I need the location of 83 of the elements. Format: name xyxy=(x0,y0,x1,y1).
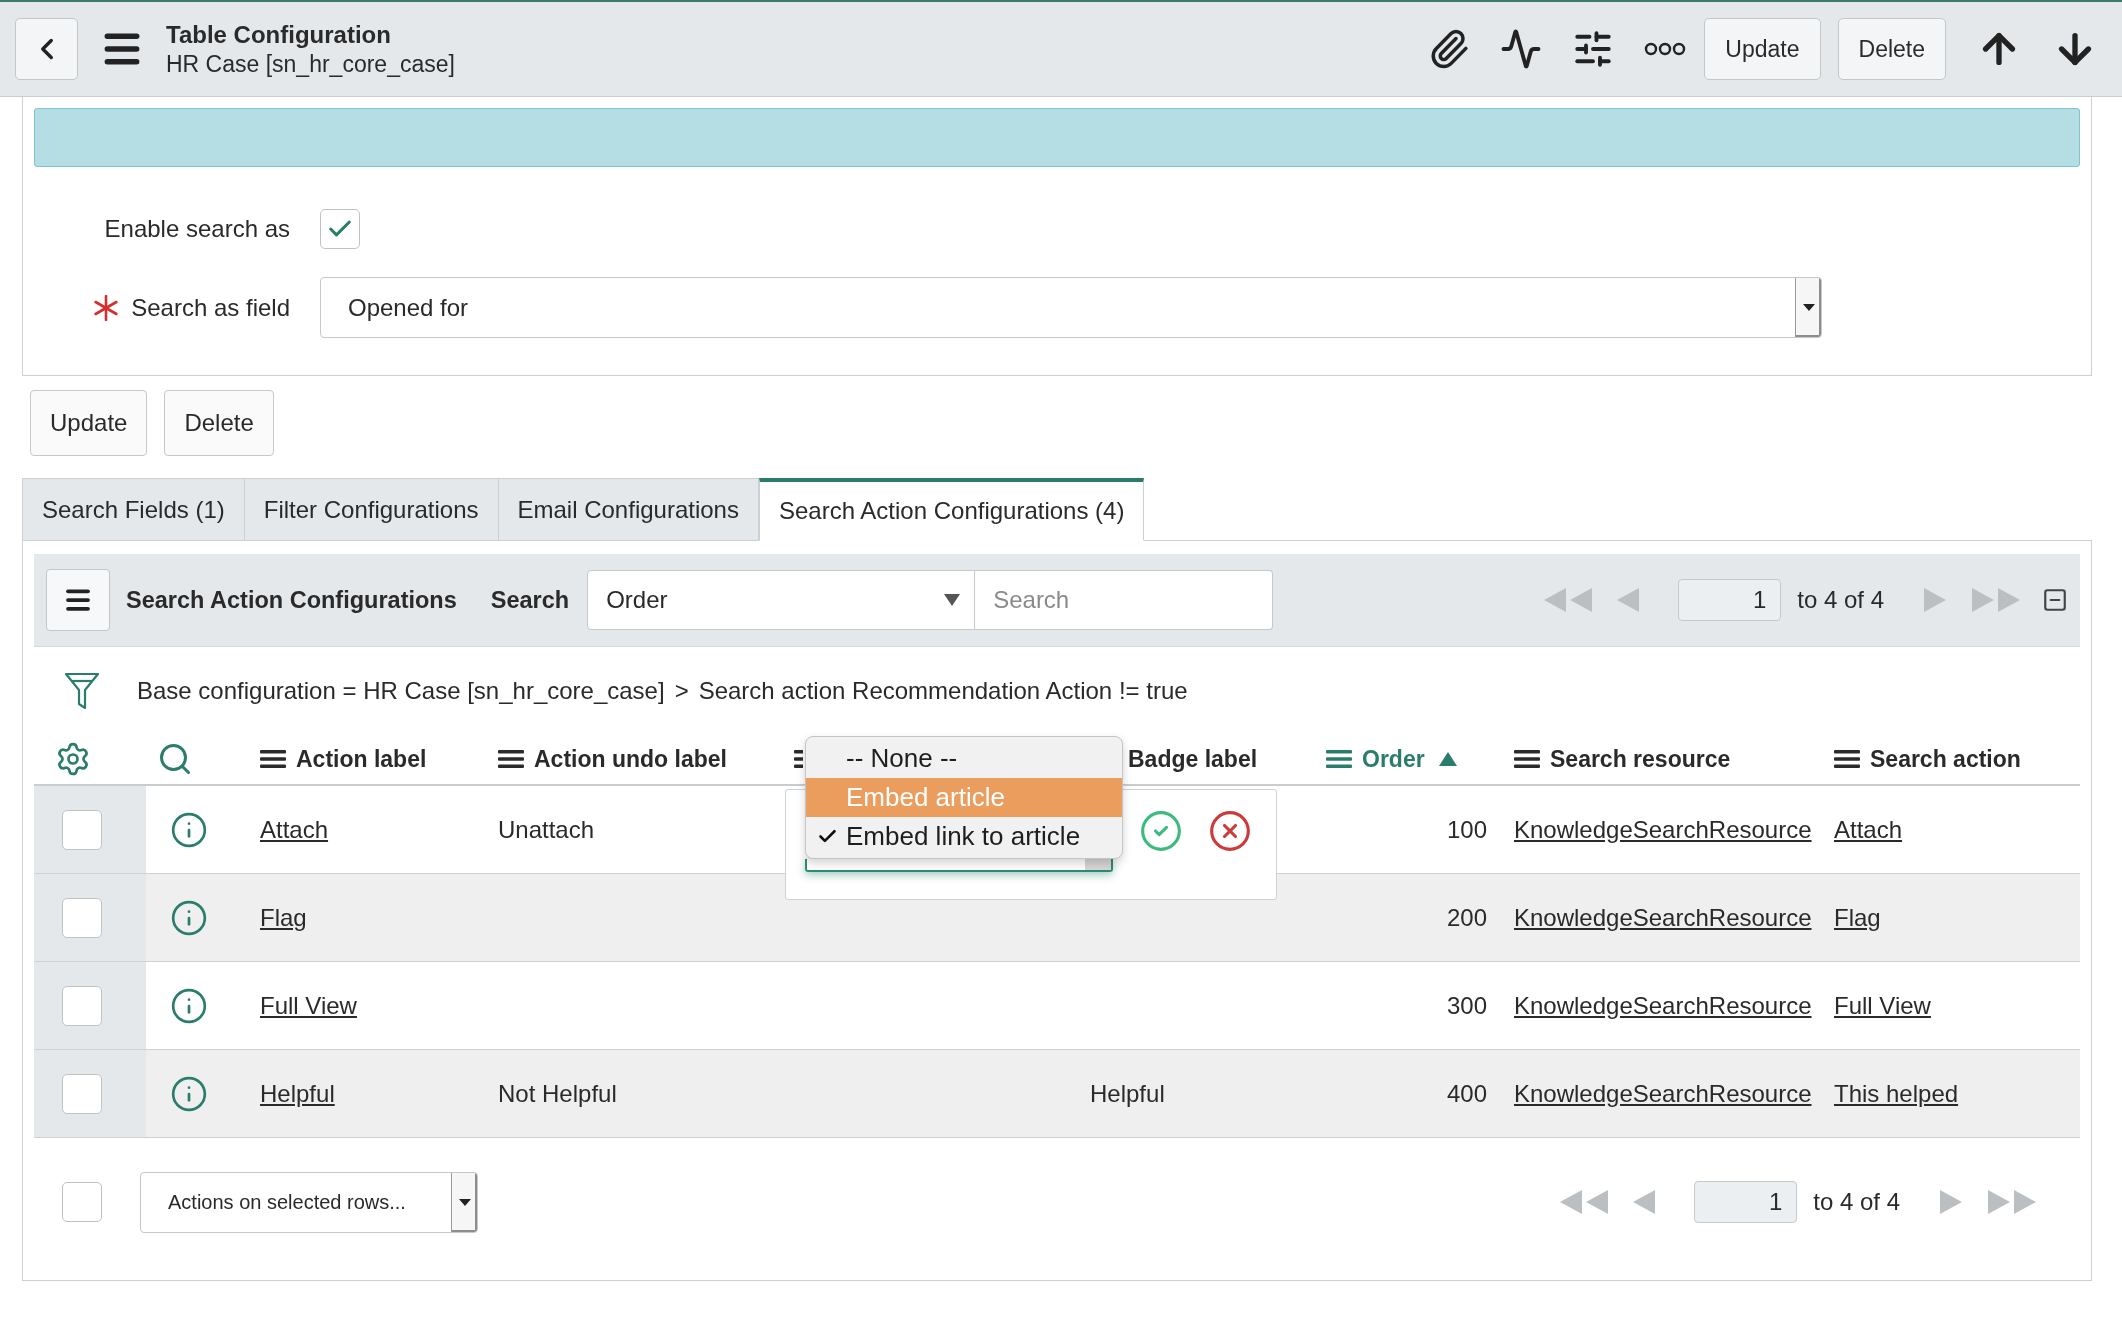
form-button[interactable]: Update xyxy=(30,390,148,456)
column-header[interactable]: Search resource xyxy=(1514,745,1731,773)
record-link[interactable]: Attach xyxy=(260,815,329,844)
cancel-button[interactable] xyxy=(1208,809,1252,853)
record-link[interactable]: Flag xyxy=(260,903,307,932)
record-link[interactable]: Full View xyxy=(260,991,357,1020)
checkbox[interactable] xyxy=(62,809,102,850)
reference-link[interactable]: KnowledgeSearchResource xyxy=(1514,903,1812,932)
actions-select[interactable]: Actions on selected rows... xyxy=(140,1171,478,1233)
breadcrumb-link[interactable]: Search action Recommendation Action != true xyxy=(698,676,1188,705)
reference-link[interactable]: Flag xyxy=(1834,903,1881,932)
search-icon[interactable] xyxy=(157,741,193,777)
check-circle-icon xyxy=(1139,809,1183,853)
caret-down-icon xyxy=(458,1198,471,1206)
sort-ascending-icon[interactable] xyxy=(1438,752,1457,766)
gear-icon[interactable] xyxy=(55,741,91,777)
table-cell: 100 xyxy=(1446,815,1487,844)
select-field[interactable] xyxy=(805,859,1113,872)
reference-link[interactable]: This helped xyxy=(1834,1079,1959,1108)
checkbox[interactable] xyxy=(320,209,360,249)
record-link[interactable]: Helpful xyxy=(260,1079,335,1108)
pulse-icon[interactable] xyxy=(1500,28,1543,70)
search-column-select[interactable]: Order xyxy=(587,570,976,630)
list-icon[interactable] xyxy=(498,749,524,769)
column-header[interactable]: Action undo label xyxy=(498,745,727,773)
tab[interactable]: Search Action Configurations (4) xyxy=(758,478,1145,541)
caret-down-icon xyxy=(1802,304,1815,311)
info-icon[interactable] xyxy=(170,810,208,849)
table-cell: Not Helpful xyxy=(498,1079,617,1108)
page-range: to 4 of 4 xyxy=(1797,586,1884,614)
tab[interactable]: Search Fields (1) xyxy=(22,478,245,541)
info-icon[interactable] xyxy=(170,898,208,937)
column-header[interactable]: Search action xyxy=(1834,745,2021,773)
field-label: Search as field xyxy=(131,293,290,322)
reference-link[interactable]: Attach xyxy=(1834,815,1903,844)
more-icon[interactable] xyxy=(1644,42,1687,56)
search-field[interactable]: Search xyxy=(975,570,1274,630)
list-title: Search Action Configurations xyxy=(126,586,457,614)
breadcrumb-separator: > xyxy=(674,676,689,705)
column-header[interactable]: Order xyxy=(1326,745,1457,773)
checkbox[interactable] xyxy=(62,1073,102,1114)
header-button[interactable]: Delete xyxy=(1837,18,1946,80)
reference-link[interactable]: KnowledgeSearchResource xyxy=(1514,815,1812,844)
checkbox[interactable] xyxy=(62,897,102,938)
table-cell: Helpful xyxy=(1090,1079,1165,1108)
header-button[interactable]: Update xyxy=(1704,18,1821,80)
table-cell: 300 xyxy=(1446,991,1487,1020)
filter-icon[interactable] xyxy=(64,670,100,711)
search-label: Search xyxy=(490,586,570,614)
table-cell: 200 xyxy=(1446,903,1487,932)
list-icon[interactable] xyxy=(1834,749,1860,769)
back-button[interactable] xyxy=(15,18,78,80)
close-circle-icon xyxy=(1208,809,1252,853)
collapse-icon[interactable] xyxy=(2042,587,2068,613)
dropdown-option[interactable]: Embed link to article xyxy=(806,817,1122,856)
table-cell: 400 xyxy=(1446,1079,1487,1108)
info-icon[interactable] xyxy=(170,986,208,1025)
column-header[interactable]: Badge label xyxy=(1128,745,1258,773)
form-button[interactable]: Delete xyxy=(164,390,274,456)
tab[interactable]: Email Configurations xyxy=(498,478,759,541)
reference-link[interactable]: KnowledgeSearchResource xyxy=(1514,991,1812,1020)
breadcrumb-link[interactable]: Base configuration = HR Case [sn_hr_core_case] xyxy=(137,676,665,705)
checkbox[interactable] xyxy=(62,985,102,1026)
page-subtitle: HR Case [sn_hr_core_case] xyxy=(166,50,455,78)
page-number-field[interactable]: 1 xyxy=(1694,1181,1798,1223)
caret-down-icon xyxy=(944,594,961,606)
dropdown-option[interactable]: -- None -- xyxy=(806,739,1122,778)
field-label: Enable search as xyxy=(104,215,290,243)
reference-link[interactable]: Full View xyxy=(1834,991,1931,1020)
page-title: Table Configuration xyxy=(166,20,392,49)
select-field[interactable]: Opened for xyxy=(320,277,1822,338)
list-icon[interactable] xyxy=(260,749,286,769)
list-icon[interactable] xyxy=(794,749,803,769)
page-range: to 4 of 4 xyxy=(1813,1188,1900,1216)
tab[interactable]: Filter Configurations xyxy=(244,478,499,541)
column-header[interactable]: Action label xyxy=(260,745,427,773)
reference-link[interactable]: KnowledgeSearchResource xyxy=(1514,1079,1812,1108)
info-icon[interactable] xyxy=(170,1074,208,1113)
list-menu-button[interactable] xyxy=(46,569,110,631)
checkbox[interactable] xyxy=(62,1182,102,1222)
page-number-field[interactable]: 1 xyxy=(1678,579,1782,621)
list-icon[interactable] xyxy=(1514,749,1540,769)
table-cell: Unattach xyxy=(498,815,595,844)
